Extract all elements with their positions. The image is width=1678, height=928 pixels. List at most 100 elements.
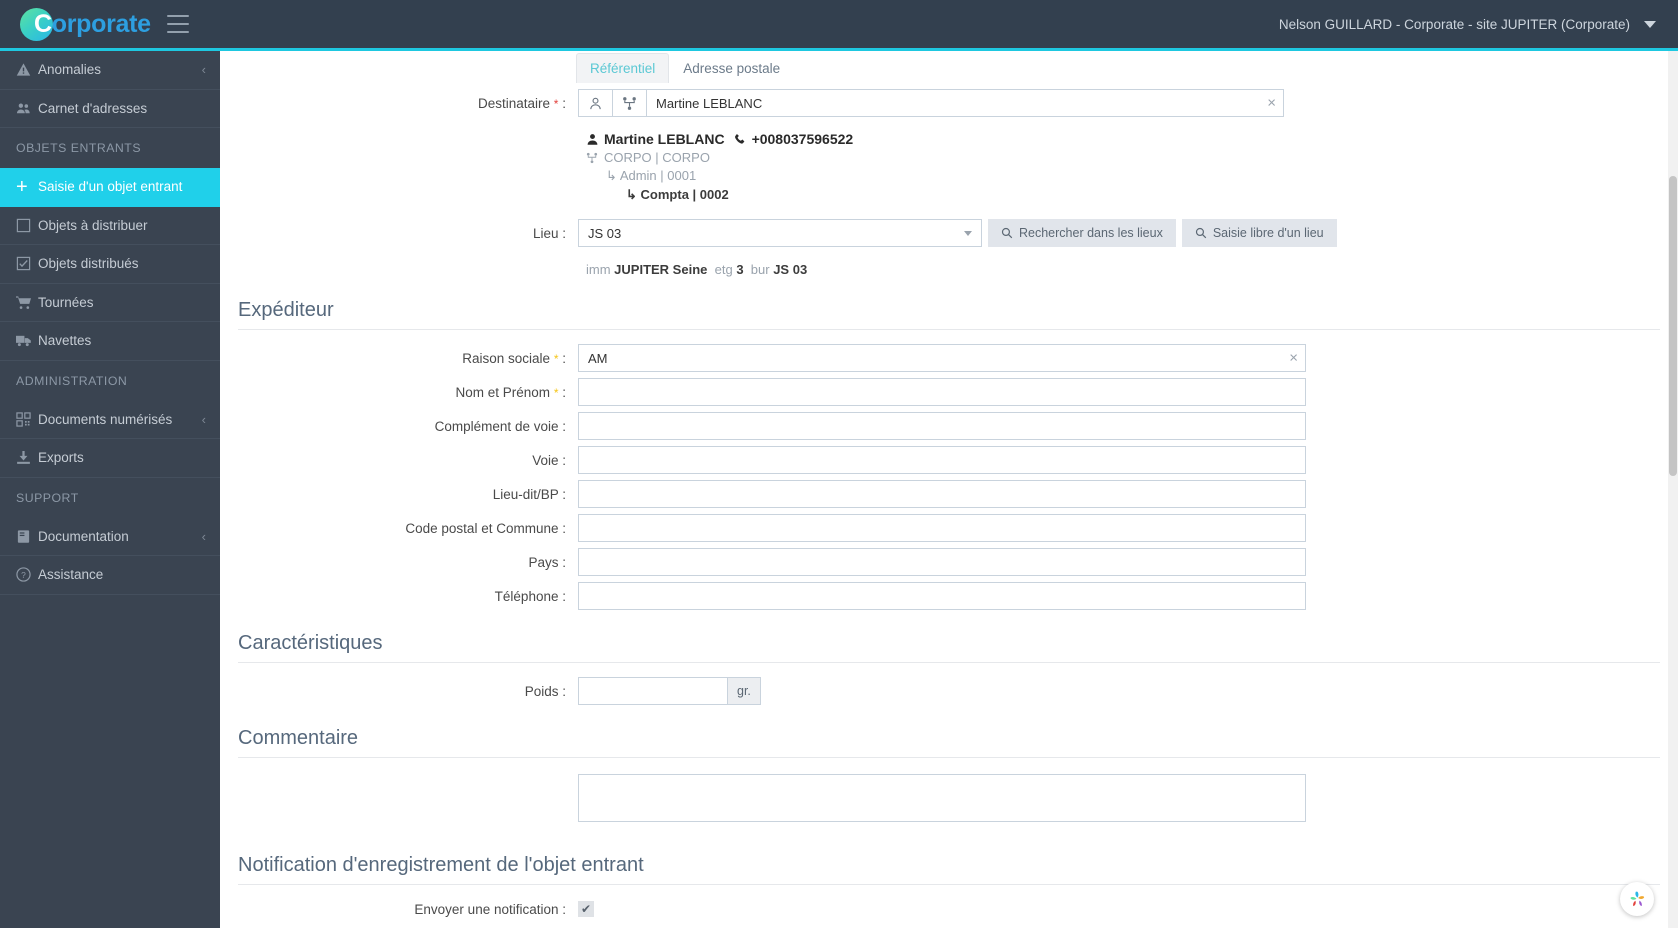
sidebar-item-navettes[interactable]: Navettes [0,322,220,361]
label-text: Raison sociale [462,350,551,366]
rechercher-dans-les-lieux-button[interactable]: Rechercher dans les lieux [988,219,1176,247]
sidebar-item-label: Navettes [38,333,92,349]
commentaire-heading: Commentaire [238,713,1660,758]
envoyer-notification-checkbox[interactable]: ✔ [578,901,594,917]
form-container: Référentiel Adresse postale Destinataire… [220,51,1678,928]
voie-input[interactable] [578,446,1306,474]
plus-icon: + [16,175,28,198]
check-square-icon [16,256,38,271]
label-text: Nom et Prénom [455,384,551,400]
recipient-org-level2-label: Compta | 0002 [640,187,729,202]
complement-voie-input[interactable] [578,412,1306,440]
sidebar-item-label: Documents numérisés [38,411,173,427]
lieu-etg-key: etg [714,262,733,277]
poids-input[interactable] [578,677,728,705]
commentaire-textarea[interactable] [578,774,1306,822]
sidebar-item-exports[interactable]: Exports [0,439,220,478]
chevron-left-icon[interactable]: ‹ [202,529,206,544]
truck-icon [16,333,38,348]
destinataire-row: Destinataire * : × [238,89,1660,117]
sidebar-item-saisie-objet-entrant[interactable]: + Saisie d'un objet entrant [0,168,220,207]
required-asterisk: * [553,351,559,366]
envoyer-notification-row: Envoyer une notification : ✔ [238,901,1660,917]
lieu-bur-key: bur [750,262,770,277]
vertical-scrollbar[interactable] [1668,51,1678,928]
sidebar-item-carnet-adresses[interactable]: Carnet d'adresses [0,90,220,128]
lieu-bur-value: JS 03 [773,262,808,277]
phone-icon [734,133,747,146]
search-icon [1001,227,1013,239]
sidebar-item-label: Objets à distribuer [38,217,148,233]
pays-row: Pays : [238,548,1660,576]
sidebar-item-objets-distribues[interactable]: Objets distribués [0,245,220,284]
label-text: Destinataire [477,95,551,111]
button-label: Saisie libre d'un lieu [1212,226,1324,240]
top-navbar: Corporate Nelson GUILLARD - Corporate - … [0,0,1678,48]
hamburger-bar [166,31,189,33]
destinataire-input-group: × [578,89,1284,117]
required-asterisk: * [553,385,559,400]
lieu-dit-bp-input[interactable] [578,480,1306,508]
chevron-down-icon[interactable] [964,230,972,236]
label-text: Complément de voie [434,418,559,434]
lieu-row: Lieu : JS 03 Rechercher dans les lieux S… [238,219,1660,247]
destinataire-input[interactable] [646,89,1284,117]
expediteur-heading: Expéditeur [238,285,1660,330]
label-text: Pays [528,554,559,570]
grid-icon [16,412,38,427]
org-chart-icon[interactable] [612,89,646,117]
clear-destinataire-icon[interactable]: × [1267,96,1276,111]
chevron-left-icon[interactable]: ‹ [202,62,206,77]
arrow-child-icon: ↳ [606,168,617,183]
search-icon [1195,227,1207,239]
brand-initial: C [34,9,52,38]
brand-logo-area[interactable]: Corporate [0,7,220,41]
required-asterisk: * [553,96,559,111]
sidebar-item-objets-a-distribuer[interactable]: Objets à distribuer [0,207,220,245]
tab-adresse-postale[interactable]: Adresse postale [669,53,794,83]
user-menu[interactable]: Nelson GUILLARD - Corporate - site JUPIT… [1279,17,1678,32]
person-icon[interactable] [578,89,612,117]
saisie-libre-lieu-button[interactable]: Saisie libre d'un lieu [1181,219,1337,247]
label-text: Lieu-dit/BP [492,486,559,502]
clear-raison-sociale-icon[interactable]: × [1289,351,1298,366]
lieu-imm-key: imm [586,262,611,277]
tab-referentiel[interactable]: Référentiel [576,52,670,83]
recipient-phone: +008037596522 [751,131,854,147]
sidebar-item-documentation[interactable]: Documentation ‹ [0,518,220,556]
raison-sociale-input[interactable] [578,344,1306,372]
sidebar-item-anomalies[interactable]: Anomalies ‹ [0,51,220,90]
poids-row: Poids : gr. [238,677,1660,705]
person-filled-icon [586,133,599,146]
telephone-input[interactable] [578,582,1306,610]
pays-label: Pays : [528,554,566,570]
help-widget-icon[interactable] [1620,882,1654,916]
nom-prenom-input[interactable] [578,378,1306,406]
code-postal-commune-input[interactable] [578,514,1306,542]
pays-input[interactable] [578,548,1306,576]
lieu-select-value: JS 03 [588,225,622,241]
lieu-select[interactable]: JS 03 [578,219,982,247]
complement-voie-label: Complément de voie : [434,418,566,434]
hamburger-icon[interactable] [166,15,189,33]
sidebar-item-assistance[interactable]: ? Assistance [0,556,220,595]
sidebar-item-tournees[interactable]: Tournées [0,284,220,322]
sidebar-section-administration: ADMINISTRATION [16,373,128,388]
sidebar-item-label: Carnet d'adresses [38,100,148,116]
check-icon: ✔ [580,902,592,916]
telephone-label: Téléphone : [494,588,566,604]
recipient-details: Martine LEBLANC +008037596522 CORPO | CO… [578,123,1660,207]
svg-text:?: ? [21,570,26,580]
lieu-etg-value: 3 [736,262,744,277]
sidebar-item-label: Objets distribués [38,256,139,272]
recipient-org-label: CORPO | CORPO [604,150,710,165]
scrollbar-thumb[interactable] [1669,176,1677,476]
destinataire-tabs: Référentiel Adresse postale [576,51,1660,83]
raison-sociale-row: Raison sociale * : × [238,344,1660,372]
lieu-dit-bp-row: Lieu-dit/BP : [238,480,1660,508]
chevron-left-icon[interactable]: ‹ [202,412,206,427]
code-postal-commune-row: Code postal et Commune : [238,514,1660,542]
chevron-down-icon[interactable] [1644,20,1656,28]
complement-voie-row: Complément de voie : [238,412,1660,440]
sidebar-item-documents-numerises[interactable]: Documents numérisés ‹ [0,401,220,439]
